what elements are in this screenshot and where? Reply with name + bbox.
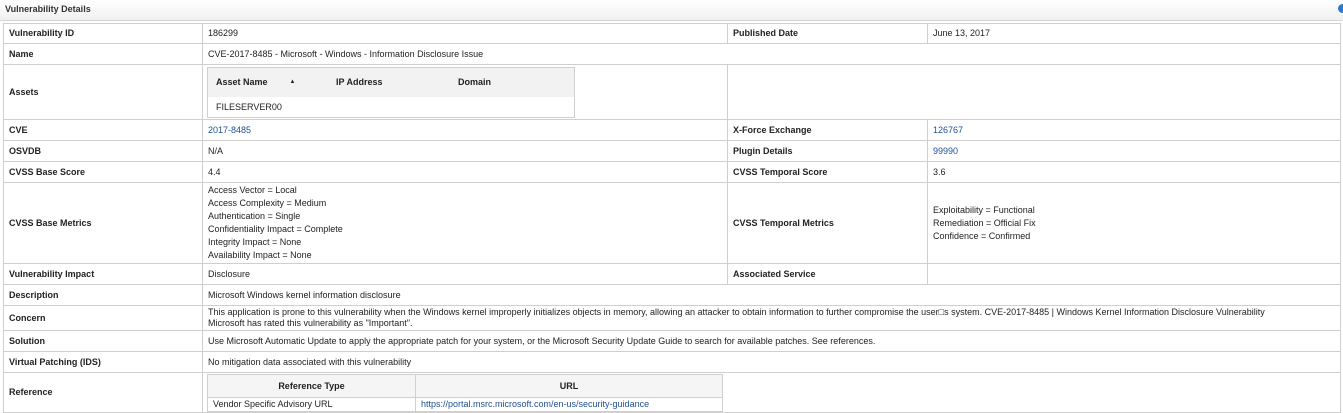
collapse-icon[interactable] [1338, 4, 1343, 13]
assets-empty-cell [727, 64, 1341, 120]
asset-row[interactable]: FILESERVER00 [208, 97, 575, 118]
assets-label: Assets [3, 64, 203, 120]
cvss-temporal-score-value: 3.6 [927, 161, 1341, 183]
reference-type-column-header[interactable]: Reference Type [207, 374, 416, 398]
confidentiality-impact-text: Confidentiality Impact = Complete [208, 224, 343, 234]
asset-name-cell: FILESERVER00 [216, 101, 282, 112]
reference-type-cell: Vendor Specific Advisory URL [207, 397, 416, 412]
integrity-impact-text: Integrity Impact = None [208, 237, 302, 247]
confidence-text: Confidence = Confirmed [933, 230, 1031, 241]
panel-title: Vulnerability Details [5, 4, 91, 14]
osvdb-value: N/A [202, 140, 728, 162]
xforce-label: X-Force Exchange [727, 119, 928, 141]
reference-grid: Reference Type URL Vendor Specific Advis… [207, 374, 723, 412]
osvdb-label: OSVDB [3, 140, 203, 162]
ip-address-cell [328, 97, 450, 118]
authentication-text: Authentication = Single [208, 211, 301, 221]
reference-url-link[interactable]: https://portal.msrc.microsoft.com/en-us/… [421, 399, 649, 409]
url-column-header[interactable]: URL [415, 374, 723, 398]
virtual-patching-value: No mitigation data associated with this … [202, 351, 1341, 373]
virtual-patching-label: Virtual Patching (IDS) [3, 351, 203, 373]
sort-ascending-icon[interactable]: ▲ [290, 76, 296, 89]
concern-label: Concern [3, 305, 203, 331]
plugin-details-link[interactable]: 99990 [933, 146, 958, 156]
reference-row: Vendor Specific Advisory URL https://por… [207, 397, 723, 412]
row-concern: Concern This application is prone to thi… [3, 305, 1341, 331]
published-date-value: June 13, 2017 [927, 23, 1341, 44]
name-value: CVE-2017-8485 - Microsoft - Windows - In… [202, 43, 1341, 65]
panel-header: Vulnerability Details [0, 0, 1343, 21]
access-complexity-text: Access Complexity = Medium [208, 198, 327, 208]
description-value: Microsoft Windows kernel information dis… [202, 284, 1341, 306]
row-impact: Vulnerability Impact Disclosure Associat… [3, 263, 1341, 285]
row-cve: CVE 2017-8485 X-Force Exchange 126767 [3, 119, 1341, 141]
cvss-temporal-metrics-label: CVSS Temporal Metrics [727, 182, 928, 264]
row-description: Description Microsoft Windows kernel inf… [3, 284, 1341, 306]
vulnerability-details-table: Vulnerability ID 186299 Published Date J… [3, 23, 1341, 413]
row-cvss-score: CVSS Base Score 4.4 CVSS Temporal Score … [3, 161, 1341, 183]
plugin-details-cell: 99990 [927, 140, 1341, 162]
domain-cell [450, 97, 575, 118]
assets-cell: Asset Name ▲ IP Address Domain FILESERVER… [202, 64, 728, 120]
vulnerability-impact-label: Vulnerability Impact [3, 263, 203, 285]
row-virtual-patching: Virtual Patching (IDS) No mitigation dat… [3, 351, 1341, 373]
associated-service-value [927, 263, 1341, 285]
cvss-temporal-score-label: CVSS Temporal Score [727, 161, 928, 183]
row-assets: Assets Asset Name ▲ IP Address Domain FIL… [3, 64, 1341, 120]
xforce-link[interactable]: 126767 [933, 125, 963, 135]
name-label: Name [3, 43, 203, 65]
cvss-base-score-label: CVSS Base Score [3, 161, 203, 183]
cvss-base-metrics-label: CVSS Base Metrics [3, 182, 203, 264]
asset-name-column-header[interactable]: Asset Name ▲ [207, 67, 328, 97]
solution-label: Solution [3, 330, 203, 352]
concern-line-2: Microsoft has rated this vulnerability a… [208, 318, 413, 328]
cvss-base-metrics-list: Access Vector = Local Access Complexity … [202, 182, 728, 264]
domain-column-header[interactable]: Domain [450, 67, 575, 97]
access-vector-text: Access Vector = Local [208, 185, 297, 195]
solution-value: Use Microsoft Automatic Update to apply … [202, 330, 1341, 352]
row-osvdb: OSVDB N/A Plugin Details 99990 [3, 140, 1341, 162]
published-date-label: Published Date [727, 23, 928, 44]
asset-name-header-label: Asset Name [216, 76, 268, 87]
vulnerability-impact-value: Disclosure [202, 263, 728, 285]
exploitability-text: Exploitability = Functional [933, 204, 1035, 215]
reference-label: Reference [3, 372, 203, 413]
row-vulnerability-id: Vulnerability ID 186299 Published Date J… [3, 23, 1341, 44]
reference-cell: Reference Type URL Vendor Specific Advis… [202, 372, 1341, 413]
reference-url-cell: https://portal.msrc.microsoft.com/en-us/… [415, 397, 723, 412]
row-cvss-metrics: CVSS Base Metrics Access Vector = Local … [3, 182, 1341, 264]
description-label: Description [3, 284, 203, 306]
row-solution: Solution Use Microsoft Automatic Update … [3, 330, 1341, 352]
ip-address-column-header[interactable]: IP Address [328, 67, 450, 97]
concern-line-1: This application is prone to this vulner… [208, 307, 1265, 317]
cve-link[interactable]: 2017-8485 [208, 125, 251, 135]
cve-cell: 2017-8485 [202, 119, 728, 141]
cvss-base-score-value: 4.4 [202, 161, 728, 183]
associated-service-label: Associated Service [727, 263, 928, 285]
cvss-temporal-metrics-list: Exploitability = Functional Remediation … [927, 182, 1341, 264]
xforce-cell: 126767 [927, 119, 1341, 141]
availability-impact-text: Availability Impact = None [208, 250, 312, 260]
row-name: Name CVE-2017-8485 - Microsoft - Windows… [3, 43, 1341, 65]
vulnerability-id-label: Vulnerability ID [3, 23, 203, 44]
remediation-text: Remediation = Official Fix [933, 217, 1036, 228]
plugin-details-label: Plugin Details [727, 140, 928, 162]
cve-label: CVE [3, 119, 203, 141]
row-reference: Reference Reference Type URL Vendor Spec… [3, 372, 1341, 413]
concern-value: This application is prone to this vulner… [202, 305, 1341, 331]
vulnerability-id-value: 186299 [202, 23, 728, 44]
assets-grid: Asset Name ▲ IP Address Domain FILESERVER… [207, 67, 575, 118]
